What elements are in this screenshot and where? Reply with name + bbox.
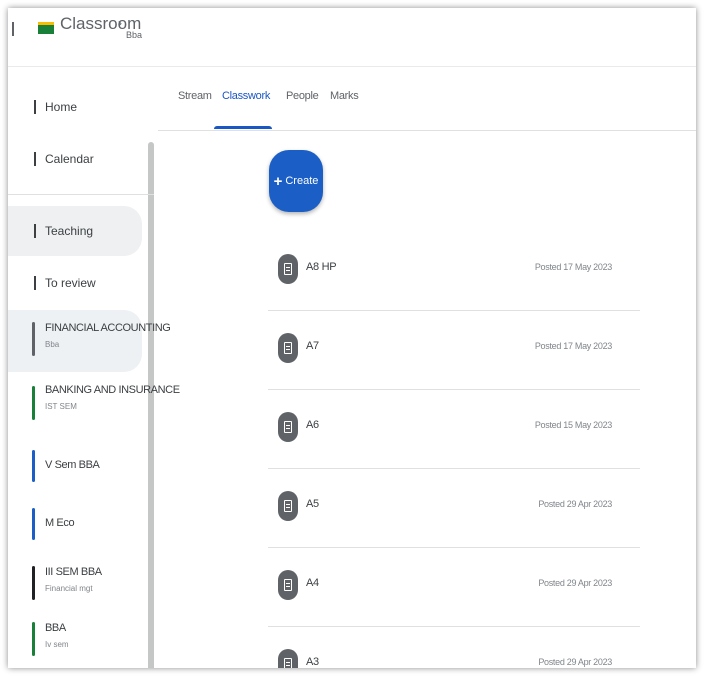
calendar-icon [34, 152, 36, 166]
sidebar-class-v-sem-bba[interactable]: V Sem BBA [8, 450, 142, 490]
class-section: Iv sem [45, 640, 69, 649]
class-avatar-icon [32, 622, 35, 656]
sidebar-item-label: Calendar [45, 152, 94, 166]
class-name: BBA [45, 622, 66, 634]
create-button-label: Create [285, 175, 319, 187]
sidebar-class-iii-sem-bba[interactable]: III SEM BBA Financial mgt [8, 562, 142, 606]
class-section: Financial mgt [45, 584, 93, 593]
assignment-icon [278, 570, 298, 600]
class-avatar-icon [32, 386, 35, 420]
breadcrumb-class: Bba [126, 30, 143, 40]
class-name: M Eco [45, 517, 75, 529]
active-tab-indicator [214, 126, 272, 129]
class-section: IST SEM [45, 402, 77, 411]
assignment-row[interactable]: A5 Posted 29 Apr 2023 [268, 469, 640, 548]
assignment-icon [278, 412, 298, 442]
assignment-title: A3 [306, 656, 319, 668]
sidebar: Home Calendar Teaching To review FINANCI… [8, 66, 180, 668]
sidebar-class-m-eco[interactable]: M Eco [8, 506, 142, 546]
assignment-title: A5 [306, 498, 319, 510]
class-name: V Sem BBA [45, 459, 100, 471]
assignment-icon [278, 254, 298, 284]
top-bar: Classroom › Bba [8, 8, 696, 67]
assignment-row[interactable]: A7 Posted 17 May 2023 [268, 311, 640, 390]
to-review-icon [34, 276, 36, 290]
assignment-row[interactable]: A8 HP Posted 17 May 2023 [268, 232, 640, 311]
assignment-icon [278, 491, 298, 521]
breadcrumb-chevron-icon: › [118, 16, 122, 30]
assignment-icon [278, 333, 298, 363]
sidebar-item-teaching[interactable]: Teaching [8, 206, 142, 256]
assignment-date: Posted 29 Apr 2023 [538, 499, 612, 509]
sidebar-scrollbar[interactable] [148, 142, 154, 668]
sidebar-item-home[interactable]: Home [8, 96, 142, 120]
class-avatar-icon [32, 450, 35, 482]
tab-bar: Stream Classwork People Marks [158, 66, 696, 131]
assignment-title: A4 [306, 577, 319, 589]
assignment-date: Posted 17 May 2023 [534, 262, 612, 272]
class-name: III SEM BBA [45, 566, 102, 578]
assignment-date: Posted 29 Apr 2023 [538, 657, 612, 667]
class-avatar-icon [32, 322, 35, 356]
sidebar-item-label: Home [45, 100, 78, 114]
class-name: FINANCIAL ACCOUNTING [45, 322, 171, 334]
tab-people[interactable]: People [286, 90, 319, 102]
classroom-logo-icon[interactable] [38, 22, 54, 34]
class-avatar-icon [32, 566, 35, 600]
sidebar-divider [8, 194, 154, 195]
assignment-date: Posted 17 May 2023 [534, 341, 612, 351]
home-icon [34, 100, 36, 114]
plus-icon: + [273, 172, 283, 190]
teaching-icon [34, 224, 36, 238]
assignment-title: A8 HP [306, 261, 337, 273]
class-avatar-icon [32, 508, 35, 540]
assignment-date: Posted 29 Apr 2023 [538, 578, 612, 588]
assignment-title: A6 [306, 419, 319, 431]
assignment-title: A7 [306, 340, 319, 352]
sidebar-class-banking-and-insurance[interactable]: BANKING AND INSURANCE IST SEM [8, 384, 180, 434]
menu-icon[interactable] [12, 22, 18, 36]
tab-marks[interactable]: Marks [330, 90, 359, 102]
assignment-row[interactable]: A6 Posted 15 May 2023 [268, 390, 640, 469]
assignment-row[interactable]: A3 Posted 29 Apr 2023 [268, 627, 640, 668]
sidebar-item-calendar[interactable]: Calendar [8, 148, 142, 172]
sidebar-item-label: Teaching [45, 224, 94, 238]
sidebar-item-label: To review [45, 276, 96, 290]
sidebar-item-to-review[interactable]: To review [8, 272, 142, 296]
classroom-window: Classroom › Bba Home Calendar Teaching T… [8, 8, 696, 668]
class-section: Bba [45, 340, 60, 349]
assignment-date: Posted 15 May 2023 [534, 420, 612, 430]
main-content: Stream Classwork People Marks + Create A… [158, 66, 696, 668]
assignment-row[interactable]: A4 Posted 29 Apr 2023 [268, 548, 640, 627]
tab-stream[interactable]: Stream [178, 90, 212, 102]
tab-classwork[interactable]: Classwork [222, 90, 270, 102]
create-button[interactable]: + Create [269, 150, 323, 212]
sidebar-class-financial-accounting[interactable]: FINANCIAL ACCOUNTING Bba [8, 310, 171, 372]
assignment-icon [278, 649, 298, 668]
sidebar-class-bba[interactable]: BBA Iv sem [8, 618, 142, 664]
